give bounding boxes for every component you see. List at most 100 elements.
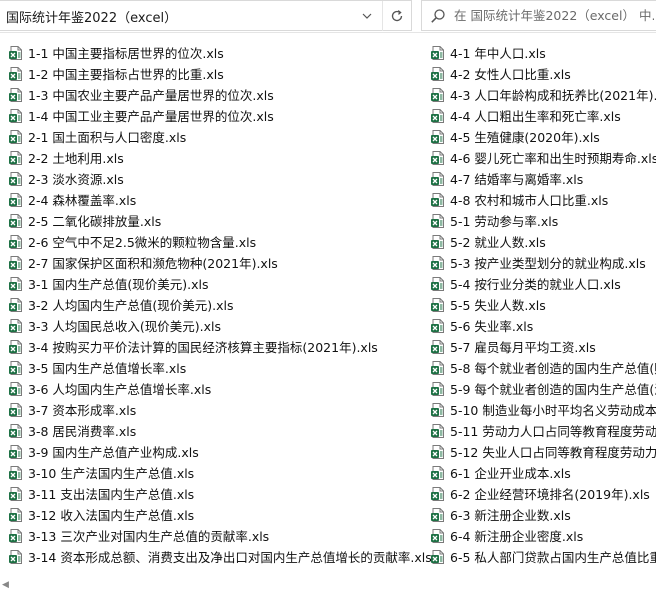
file-item[interactable]: 5-10 制造业每小时平均名义劳动成本.x: [430, 399, 656, 420]
file-name: 3-6 人均国内生产总值增长率.xls: [28, 382, 212, 397]
file-name: 1-4 中国工业主要产品产量居世界的位次.xls: [28, 109, 274, 124]
address-path[interactable]: 国际统计年鉴2022（excel）: [6, 7, 177, 26]
file-item[interactable]: 2-2 土地利用.xls: [8, 147, 423, 168]
excel-file-icon: [9, 297, 22, 312]
file-item[interactable]: 5-3 按产业类型划分的就业构成.xls: [430, 252, 656, 273]
refresh-icon[interactable]: [382, 1, 411, 31]
file-item[interactable]: 3-12 收入法国内生产总值.xls: [8, 504, 423, 525]
file-name: 1-1 中国主要指标居世界的位次.xls: [28, 46, 224, 61]
excel-file-icon: [431, 339, 444, 354]
excel-file-icon: [431, 129, 444, 144]
file-name: 4-5 生殖健康(2020年).xls: [450, 130, 600, 145]
file-item[interactable]: 3-2 人均国内生产总值(现价美元).xls: [8, 294, 423, 315]
excel-file-icon: [431, 87, 444, 102]
excel-file-icon: [431, 171, 444, 186]
file-item[interactable]: 5-4 按行业分类的就业人口.xls: [430, 273, 656, 294]
file-item[interactable]: 5-9 每个就业者创造的国内生产总值(汇: [430, 378, 656, 399]
file-item[interactable]: 5-12 失业人口占同等教育程度劳动力比: [430, 441, 656, 462]
file-item[interactable]: 3-3 人均国民总收入(现价美元).xls: [8, 315, 423, 336]
file-item[interactable]: 4-8 农村和城市人口比重.xls: [430, 189, 656, 210]
file-name: 5-10 制造业每小时平均名义劳动成本.x: [450, 403, 656, 418]
address-bar[interactable]: 国际统计年鉴2022（excel）: [0, 0, 412, 31]
search-icon[interactable]: [430, 8, 446, 24]
file-item[interactable]: 6-2 企业经营环境排名(2019年).xls: [430, 483, 656, 504]
file-item[interactable]: 4-4 人口粗出生率和死亡率.xls: [430, 105, 656, 126]
search-box[interactable]: [421, 0, 656, 31]
file-item[interactable]: 3-14 资本形成总额、消费支出及净出口对国内生产总值增长的贡献率.xls: [8, 546, 432, 567]
file-item[interactable]: 2-4 森林覆盖率.xls: [8, 189, 423, 210]
file-item[interactable]: 3-13 三次产业对国内生产总值的贡献率.xls: [8, 525, 423, 546]
file-item[interactable]: 6-4 新注册企业密度.xls: [430, 525, 656, 546]
file-item[interactable]: 3-6 人均国内生产总值增长率.xls: [8, 378, 423, 399]
file-item[interactable]: 4-1 年中人口.xls: [430, 42, 656, 63]
excel-file-icon: [9, 381, 22, 396]
excel-file-icon: [431, 444, 444, 459]
file-name: 4-2 女性人口比重.xls: [450, 67, 571, 82]
file-item[interactable]: 3-4 按购买力平价法计算的国民经济核算主要指标(2021年).xls: [8, 336, 423, 357]
file-item[interactable]: 6-1 企业开业成本.xls: [430, 462, 656, 483]
file-name: 3-4 按购买力平价法计算的国民经济核算主要指标(2021年).xls: [28, 340, 378, 355]
file-name: 5-3 按产业类型划分的就业构成.xls: [450, 256, 646, 271]
file-item[interactable]: 3-5 国内生产总值增长率.xls: [8, 357, 423, 378]
file-item[interactable]: 2-1 国土面积与人口密度.xls: [8, 126, 423, 147]
file-item[interactable]: 3-11 支出法国内生产总值.xls: [8, 483, 423, 504]
file-item[interactable]: 5-6 失业率.xls: [430, 315, 656, 336]
file-name: 3-9 国内生产总值产业构成.xls: [28, 445, 199, 460]
file-item[interactable]: 4-2 女性人口比重.xls: [430, 63, 656, 84]
excel-file-icon: [9, 66, 22, 81]
search-input[interactable]: [454, 1, 654, 30]
file-item[interactable]: 3-8 居民消费率.xls: [8, 420, 423, 441]
chevron-down-icon[interactable]: [356, 1, 378, 31]
excel-file-icon: [9, 528, 22, 543]
file-item[interactable]: 6-5 私人部门贷款占国内生产总值比重.: [430, 546, 656, 567]
file-item[interactable]: 1-1 中国主要指标居世界的位次.xls: [8, 42, 423, 63]
file-item[interactable]: 6-3 新注册企业数.xls: [430, 504, 656, 525]
file-item[interactable]: 5-2 就业人数.xls: [430, 231, 656, 252]
file-name: 4-7 结婚率与离婚率.xls: [450, 172, 584, 187]
file-name: 4-6 婴儿死亡率和出生时预期寿命.xls: [450, 151, 656, 166]
file-item[interactable]: 2-7 国家保护区面积和濒危物种(2021年).xls: [8, 252, 423, 273]
file-name: 3-7 资本形成率.xls: [28, 403, 137, 418]
file-item[interactable]: 2-6 空气中不足2.5微米的颗粒物含量.xls: [8, 231, 423, 252]
excel-file-icon: [431, 528, 444, 543]
file-name: 5-4 按行业分类的就业人口.xls: [450, 277, 621, 292]
file-item[interactable]: 5-1 劳动参与率.xls: [430, 210, 656, 231]
file-name: 3-13 三次产业对国内生产总值的贡献率.xls: [28, 529, 270, 544]
excel-file-icon: [431, 150, 444, 165]
file-item[interactable]: 5-8 每个就业者创造的国内生产总值(购: [430, 357, 656, 378]
file-item[interactable]: 3-1 国内生产总值(现价美元).xls: [8, 273, 423, 294]
file-name: 3-12 收入法国内生产总值.xls: [28, 508, 195, 523]
file-name: 2-3 淡水资源.xls: [28, 172, 124, 187]
file-name: 5-1 劳动参与率.xls: [450, 214, 559, 229]
excel-file-icon: [9, 171, 22, 186]
file-name: 2-7 国家保护区面积和濒危物种(2021年).xls: [28, 256, 278, 271]
excel-file-icon: [9, 276, 22, 291]
file-item[interactable]: 1-4 中国工业主要产品产量居世界的位次.xls: [8, 105, 423, 126]
file-name: 2-6 空气中不足2.5微米的颗粒物含量.xls: [28, 235, 257, 250]
excel-file-icon: [431, 318, 444, 333]
file-name: 5-12 失业人口占同等教育程度劳动力比: [450, 445, 656, 460]
file-item[interactable]: 4-6 婴儿死亡率和出生时预期寿命.xls: [430, 147, 656, 168]
file-item[interactable]: 1-3 中国农业主要产品产量居世界的位次.xls: [8, 84, 423, 105]
excel-file-icon: [431, 234, 444, 249]
file-item[interactable]: 3-7 资本形成率.xls: [8, 399, 423, 420]
file-item[interactable]: 2-5 二氧化碳排放量.xls: [8, 210, 423, 231]
file-name: 5-5 失业人数.xls: [450, 298, 546, 313]
file-item[interactable]: 5-7 雇员每月平均工资.xls: [430, 336, 656, 357]
file-item[interactable]: 4-5 生殖健康(2020年).xls: [430, 126, 656, 147]
file-item[interactable]: 3-9 国内生产总值产业构成.xls: [8, 441, 423, 462]
file-item[interactable]: 4-3 人口年龄构成和抚养比(2021年).xls: [430, 84, 656, 105]
file-name: 5-2 就业人数.xls: [450, 235, 546, 250]
file-item[interactable]: 5-5 失业人数.xls: [430, 294, 656, 315]
file-name: 1-2 中国主要指标占世界的比重.xls: [28, 67, 224, 82]
horizontal-scrollbar[interactable]: ◀: [0, 576, 656, 600]
excel-file-icon: [9, 549, 22, 564]
scroll-left-arrow-icon[interactable]: ◀: [2, 580, 9, 590]
file-item[interactable]: 1-2 中国主要指标占世界的比重.xls: [8, 63, 423, 84]
excel-file-icon: [431, 507, 444, 522]
file-item[interactable]: 4-7 结婚率与离婚率.xls: [430, 168, 656, 189]
file-item[interactable]: 2-3 淡水资源.xls: [8, 168, 423, 189]
file-item[interactable]: 5-11 劳动力人口占同等教育程度劳动年: [430, 420, 656, 441]
file-item[interactable]: 3-10 生产法国内生产总值.xls: [8, 462, 423, 483]
excel-file-icon: [9, 129, 22, 144]
